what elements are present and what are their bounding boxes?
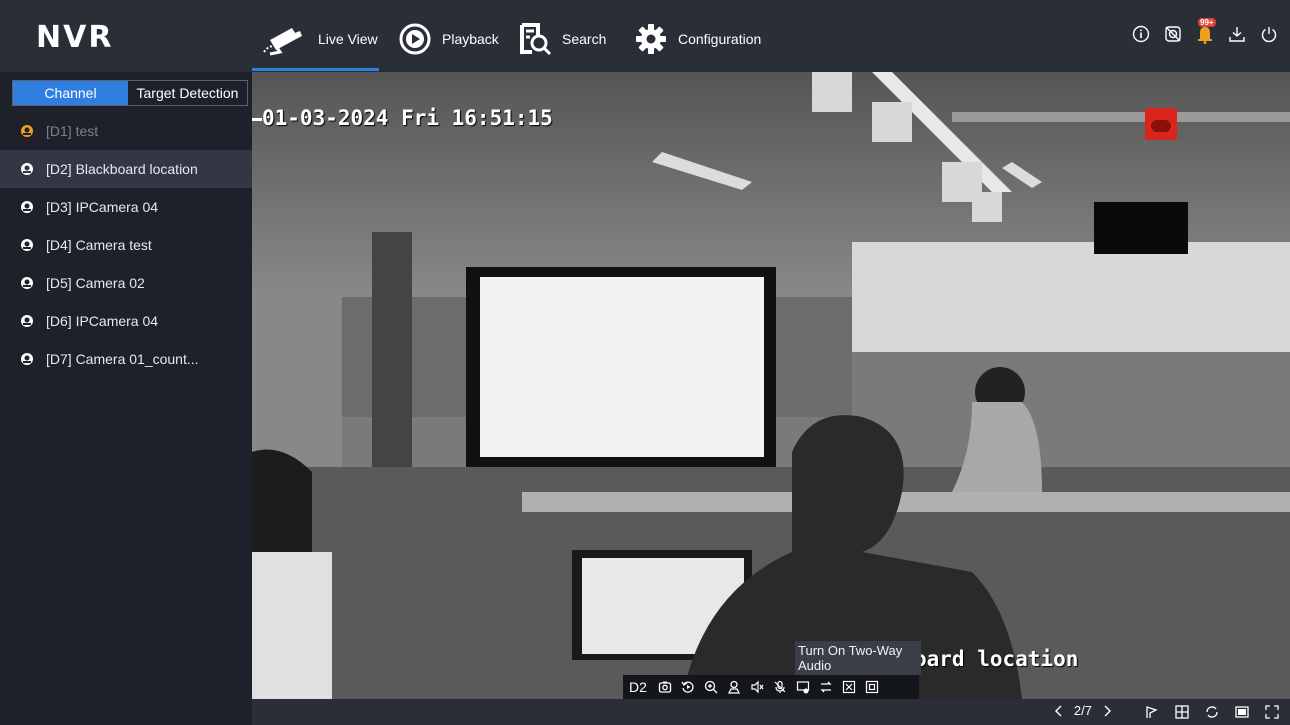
next-page-icon[interactable] <box>1102 705 1112 717</box>
camera-online-icon <box>21 277 33 289</box>
play-circle-icon <box>399 23 431 55</box>
video-toolbar: D2 <box>623 675 919 699</box>
recording-icon <box>1145 108 1177 140</box>
top-right-tools: 99+ <box>1132 18 1278 44</box>
tooltip: Turn On Two-Way Audio <box>795 641 921 675</box>
sidebar-tabs: Channel Target Detection <box>12 80 248 106</box>
switch-stream-button[interactable] <box>817 678 835 696</box>
tab-channel[interactable]: Channel <box>13 81 128 105</box>
fit-window-icon <box>865 680 879 694</box>
bottom-bar: 2/7 <box>252 699 1290 725</box>
nav-configuration[interactable]: Configuration <box>634 14 761 64</box>
channel-label: [D2] Blackboard location <box>46 161 198 177</box>
record-off-icon[interactable] <box>1164 25 1182 43</box>
page-navigator: 2/7 <box>1054 703 1112 718</box>
snapshot-icon <box>658 681 672 693</box>
two-way-audio-button[interactable] <box>771 678 789 696</box>
bottom-right-tools <box>1144 704 1280 720</box>
camera-online-icon <box>21 239 33 251</box>
channel-label: [D4] Camera test <box>46 237 152 253</box>
camera-online-icon <box>21 315 33 327</box>
camera-online-icon <box>21 163 33 175</box>
zoom-icon <box>704 680 718 694</box>
channel-item-d1[interactable]: [D1] test <box>0 112 252 150</box>
info-icon[interactable] <box>1132 25 1150 43</box>
channel-label: [D1] test <box>46 123 99 139</box>
fit-window-button[interactable] <box>863 678 881 696</box>
layout-icon[interactable] <box>1174 704 1190 720</box>
close-preview-button[interactable] <box>840 678 858 696</box>
mute-icon <box>751 680 764 694</box>
channel-label: [D3] IPCamera 04 <box>46 199 159 215</box>
nav-search-label: Search <box>562 31 607 47</box>
alarm-output-icon <box>796 681 810 694</box>
camera-online-icon <box>21 353 33 365</box>
channel-item-d5[interactable]: [D5] Camera 02 <box>0 264 252 302</box>
alarm-button[interactable]: 99+ <box>1196 18 1216 44</box>
channel-item-d2[interactable]: [D2] Blackboard location <box>0 150 252 188</box>
channel-list: [D1] test [D2] Blackboard location [D3] … <box>0 112 252 378</box>
osd-channel-name: oard location <box>914 647 1079 671</box>
channel-item-d3[interactable]: [D3] IPCamera 04 <box>0 188 252 226</box>
nav-live-view[interactable]: Live View <box>262 14 378 64</box>
camera-offline-icon <box>21 125 33 137</box>
microphone-icon <box>774 680 786 693</box>
osd-dash <box>252 118 262 121</box>
nav-playback[interactable]: Playback <box>398 14 499 64</box>
osd-timestamp: 01-03-2024 Fri 16:51:15 <box>262 106 553 130</box>
camera-online-icon <box>21 201 33 213</box>
refresh-icon[interactable] <box>1204 704 1220 720</box>
search-file-icon <box>520 23 552 56</box>
camera-feed-image <box>252 72 1290 699</box>
camera-icon <box>263 28 302 56</box>
power-icon[interactable] <box>1260 25 1278 43</box>
download-icon[interactable] <box>1228 25 1246 43</box>
ptz-icon <box>727 680 740 694</box>
channel-sidebar: Channel Target Detection [D1] test [D2] … <box>0 72 252 725</box>
nav-playback-label: Playback <box>442 31 499 47</box>
alarm-output-button[interactable] <box>794 678 812 696</box>
close-preview-icon <box>842 680 856 694</box>
mute-button[interactable] <box>748 678 766 696</box>
instant-playback-icon <box>681 681 694 693</box>
channel-label: [D7] Camera 01_count... <box>46 351 199 367</box>
channel-item-d6[interactable]: [D6] IPCamera 04 <box>0 302 252 340</box>
switch-stream-icon <box>820 681 832 693</box>
nav-live-view-label: Live View <box>318 31 378 47</box>
nav-search[interactable]: Search <box>518 14 606 64</box>
sequence-icon[interactable] <box>1144 704 1160 720</box>
page-indicator: 2/7 <box>1073 703 1092 718</box>
channel-item-d4[interactable]: [D4] Camera test <box>0 226 252 264</box>
channel-item-d7[interactable]: [D7] Camera 01_count... <box>0 340 252 378</box>
tab-target-detection[interactable]: Target Detection <box>128 81 247 105</box>
top-bar: NVR Live View Playback Search Configurat… <box>0 0 1290 72</box>
fullscreen-icon[interactable] <box>1264 704 1280 720</box>
live-video-window[interactable]: 01-03-2024 Fri 16:51:15 oard location <box>252 72 1290 699</box>
snapshot-button[interactable] <box>656 678 674 696</box>
toolbar-channel-label: D2 <box>629 679 647 695</box>
channel-label: [D5] Camera 02 <box>46 275 145 291</box>
gear-icon <box>636 24 666 54</box>
nav-configuration-label: Configuration <box>678 31 762 47</box>
active-tab-indicator <box>252 68 379 71</box>
ptz-button[interactable] <box>725 678 743 696</box>
digital-zoom-button[interactable] <box>702 678 720 696</box>
alarm-bell-icon <box>1198 27 1212 44</box>
channel-label: [D6] IPCamera 04 <box>46 313 159 329</box>
alarm-badge: 99+ <box>1198 18 1216 27</box>
previous-page-icon[interactable] <box>1054 705 1064 717</box>
instant-playback-button[interactable] <box>679 678 697 696</box>
app-logo: NVR <box>36 20 114 55</box>
single-screen-icon[interactable] <box>1234 704 1250 720</box>
